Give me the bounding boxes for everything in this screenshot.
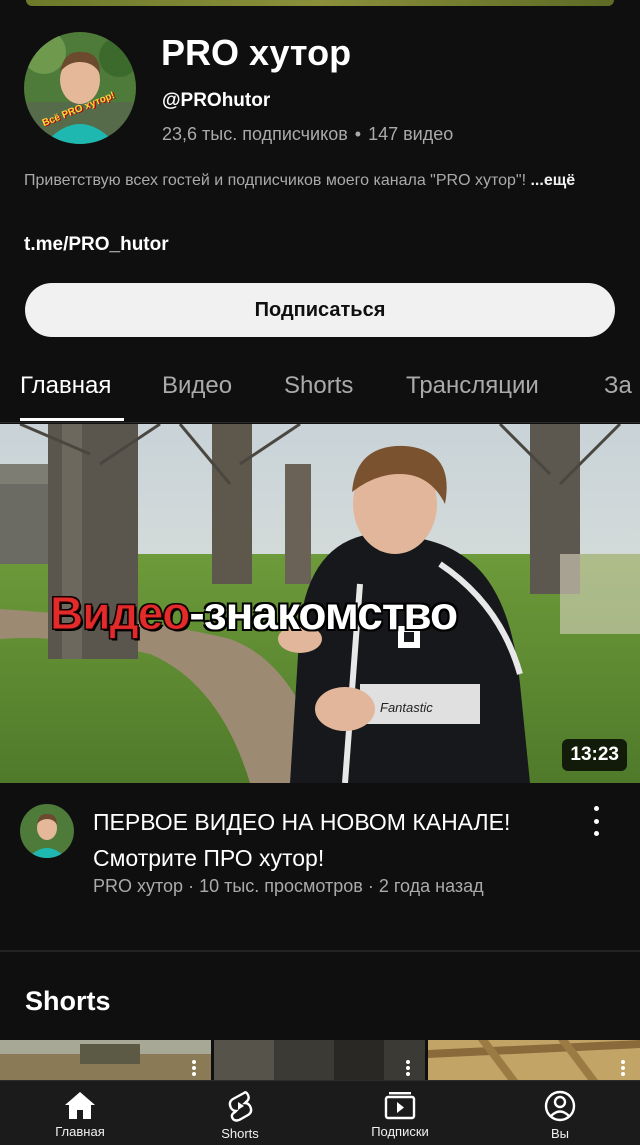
stats-separator: • bbox=[354, 124, 362, 144]
video-channel-avatar[interactable] bbox=[20, 804, 74, 858]
subscriber-count: 23,6 тыс. подписчиков bbox=[162, 124, 348, 144]
nav-subscriptions[interactable]: Подписки bbox=[320, 1081, 480, 1145]
channel-avatar[interactable]: Всё PRO хутор! bbox=[24, 32, 136, 144]
profile-icon bbox=[544, 1090, 576, 1122]
more-link[interactable]: ...ещё bbox=[530, 172, 575, 189]
shorts-icon bbox=[228, 1091, 253, 1122]
overlay-title-white: -знакомство bbox=[189, 587, 458, 639]
channel-link[interactable]: t.me/PRO_hutor bbox=[24, 234, 169, 256]
nav-you-label: Вы bbox=[550, 1126, 569, 1141]
tab-playlists[interactable]: За bbox=[604, 372, 632, 400]
subscriptions-icon bbox=[384, 1092, 416, 1120]
nav-home-label: Главная bbox=[55, 1124, 105, 1139]
short-more-icon[interactable] bbox=[405, 1060, 411, 1076]
subscribe-button[interactable]: Подписаться bbox=[25, 283, 615, 337]
channel-stats: 23,6 тыс. подписчиков • 147 видео bbox=[162, 124, 453, 145]
section-divider bbox=[0, 950, 640, 952]
video-title[interactable]: ПЕРВОЕ ВИДЕО НА НОВОМ КАНАЛЕ! Смотрите П… bbox=[93, 804, 563, 876]
video-meta: PRO хутор · 10 тыс. просмотров · 2 года … bbox=[93, 876, 484, 896]
bottom-navigation: Главная Shorts Подписки Вы bbox=[0, 1080, 640, 1145]
shirt-text: Fantastic bbox=[380, 700, 433, 715]
nav-you[interactable]: Вы bbox=[480, 1081, 640, 1145]
tab-live[interactable]: Трансляции bbox=[406, 372, 539, 400]
shorts-section-heading: Shorts bbox=[25, 986, 111, 1016]
short-thumbnail[interactable] bbox=[428, 1040, 640, 1080]
video-count: 147 видео bbox=[368, 124, 454, 144]
home-icon bbox=[65, 1092, 95, 1119]
channel-banner-edge bbox=[26, 0, 614, 6]
tab-home[interactable]: Главная bbox=[20, 372, 111, 400]
short-more-icon[interactable] bbox=[191, 1060, 197, 1076]
tab-shorts[interactable]: Shorts bbox=[284, 372, 353, 400]
short-thumbnail[interactable] bbox=[0, 1040, 211, 1080]
description-text: Приветствую всех гостей и подписчиков мо… bbox=[24, 172, 527, 189]
nav-home[interactable]: Главная bbox=[0, 1081, 160, 1145]
overlay-title-red: Видео bbox=[49, 587, 190, 640]
nav-shorts-label: Shorts bbox=[221, 1126, 259, 1141]
short-thumbnail[interactable] bbox=[214, 1040, 425, 1080]
channel-handle: @PROhutor bbox=[162, 90, 271, 111]
nav-shorts[interactable]: Shorts bbox=[160, 1081, 320, 1145]
video-duration: 13:23 bbox=[562, 739, 627, 771]
tab-videos[interactable]: Видео bbox=[162, 372, 232, 400]
channel-tabs: Главная Видео Shorts Трансляции За bbox=[0, 355, 640, 423]
channel-name: PRO хутор bbox=[161, 32, 352, 73]
thumbnail-overlay-title: Видео-знакомство bbox=[49, 586, 458, 640]
more-options-icon[interactable] bbox=[584, 806, 608, 836]
active-tab-indicator bbox=[20, 418, 124, 421]
channel-description[interactable]: Приветствую всех гостей и подписчиков мо… bbox=[24, 170, 604, 192]
short-more-icon[interactable] bbox=[620, 1060, 626, 1076]
nav-subscriptions-label: Подписки bbox=[371, 1124, 429, 1139]
